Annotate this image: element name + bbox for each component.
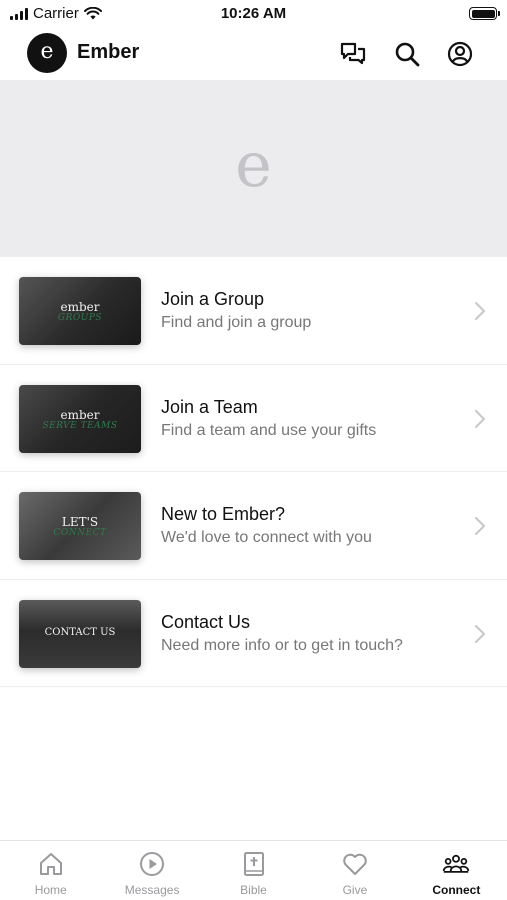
item-title: Join a Team <box>161 396 258 417</box>
thumbnail-subtext: GROUPS <box>57 313 103 323</box>
thumbnail-text: LET'S <box>61 515 99 529</box>
thumbnail-subtext: SERVE TEAMS <box>42 420 118 431</box>
chevron-right-icon <box>475 517 485 535</box>
app-header: e Ember <box>0 28 507 80</box>
tab-connect[interactable]: Connect <box>406 841 507 900</box>
status-time: 10:26 AM <box>220 5 287 22</box>
item-title: Contact Us <box>161 611 251 632</box>
join-team-thumbnail: ember SERVE TEAMS <box>19 384 141 453</box>
item-title: New to Ember? <box>161 504 286 524</box>
chevron-right-icon <box>475 624 485 643</box>
search-icon[interactable] <box>392 39 422 69</box>
heart-icon <box>341 850 369 878</box>
tab-label: Connect <box>432 883 481 897</box>
tab-give[interactable]: Give <box>304 841 405 900</box>
item-title: Join a Group <box>161 289 265 309</box>
tab-bible[interactable]: Bible <box>203 841 304 900</box>
new-to-ember-thumbnail: LET'S CONNECT <box>19 492 141 560</box>
list-item-join-team[interactable]: ember SERVE TEAMS Join a Team Find a tea… <box>0 365 507 472</box>
item-subtitle: Find a team and use your gifts <box>161 421 377 439</box>
list-item-contact-us[interactable]: CONTACT US Contact Us Need more info or … <box>0 580 507 687</box>
people-icon <box>442 850 470 878</box>
tab-home[interactable]: Home <box>0 841 101 900</box>
thumbnail-text: ember <box>60 300 100 314</box>
chat-icon[interactable] <box>338 39 368 69</box>
tab-messages[interactable]: Messages <box>101 841 202 900</box>
tab-label: Messages <box>124 883 180 897</box>
thumbnail-subtext: CONNECT <box>53 528 107 538</box>
connect-list: ember GROUPS Join a Group Find and join … <box>0 257 507 687</box>
chevron-right-icon <box>475 302 485 320</box>
list-item-join-group[interactable]: ember GROUPS Join a Group Find and join … <box>0 257 507 365</box>
list-item-new-to-ember[interactable]: LET'S CONNECT New to Ember? We'd love to… <box>0 472 507 580</box>
bible-icon <box>240 850 268 878</box>
app-title: Ember <box>77 41 140 63</box>
item-subtitle: We'd love to connect with you <box>161 529 372 546</box>
home-icon <box>37 850 65 878</box>
play-icon <box>138 850 166 878</box>
profile-icon[interactable] <box>445 39 475 69</box>
tab-label: Give <box>342 883 368 897</box>
tab-label: Bible <box>240 883 267 897</box>
thumbnail-text: CONTACT US <box>44 626 116 638</box>
tab-bar: Home Messages Bible Give Connect <box>0 840 507 900</box>
hero-logo-mark: e <box>235 128 272 201</box>
ember-logo[interactable]: e <box>27 33 67 73</box>
tab-label: Home <box>34 883 67 897</box>
join-group-thumbnail: ember GROUPS <box>19 277 141 345</box>
thumbnail-text: ember <box>60 407 100 422</box>
item-subtitle: Find and join a group <box>161 314 312 331</box>
battery-icon <box>469 7 500 20</box>
status-bar: Carrier 10:26 AM <box>0 0 507 28</box>
chevron-right-icon <box>475 409 485 428</box>
hero-banner: e <box>0 80 507 257</box>
contact-us-thumbnail: CONTACT US <box>19 599 141 668</box>
item-subtitle: Need more info or to get in touch? <box>161 636 403 654</box>
